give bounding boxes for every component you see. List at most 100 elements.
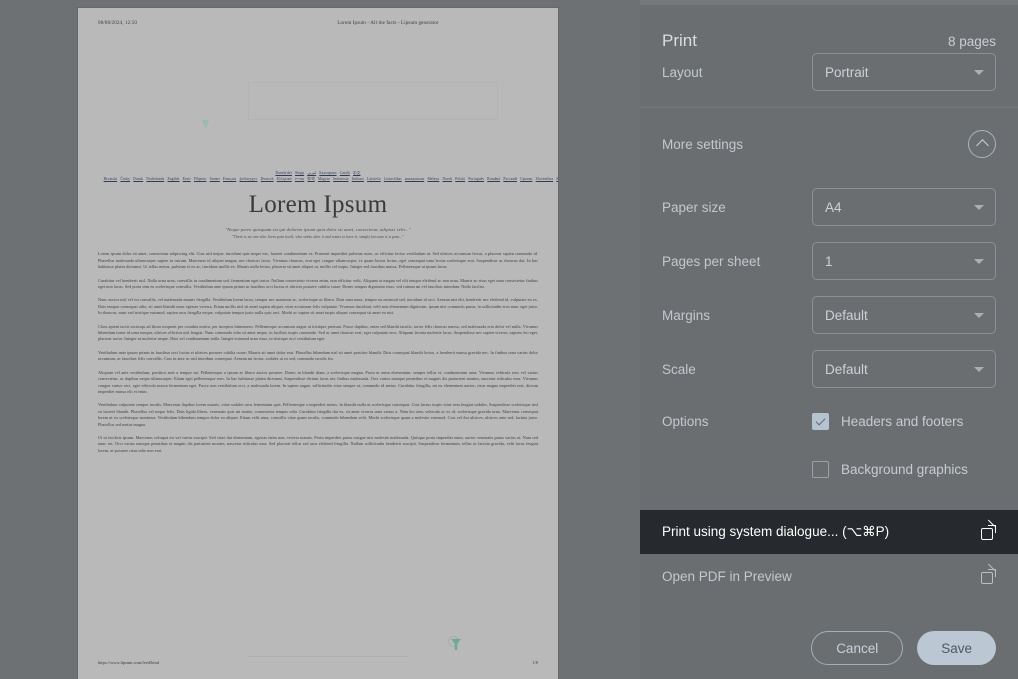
more-settings-label: More settings — [662, 136, 744, 152]
language-link[interactable]: Nederlands — [146, 177, 164, 181]
language-link[interactable]: Slovenčina — [536, 177, 553, 181]
language-link[interactable]: Melayu — [427, 177, 439, 181]
language-link[interactable]: ქართული — [239, 177, 257, 181]
cursor-marker-icon — [202, 120, 209, 129]
page-title: Lorem Ipsum — [248, 191, 388, 219]
language-link[interactable]: македонски — [405, 177, 424, 181]
language-link[interactable]: Српски — [520, 177, 532, 181]
panel-action-bar: Cancel Save — [640, 617, 1018, 679]
pages-per-sheet-select[interactable]: 1 — [812, 242, 996, 280]
chevron-down-icon — [974, 259, 984, 264]
headers-footers-option[interactable]: Headers and footers — [812, 412, 996, 430]
body-paragraph: Nunc auctor nisl vel est convallis, vel … — [98, 297, 538, 316]
language-link[interactable]: Português — [468, 177, 484, 181]
language-link[interactable]: Filipino — [194, 177, 207, 181]
language-link[interactable]: Magyar — [318, 177, 330, 181]
page-header-title: Lorem Ipsum - All the facts - Lipsum gen… — [337, 20, 439, 26]
chevron-down-icon — [974, 205, 984, 210]
language-link[interactable]: Русский — [503, 177, 517, 181]
page-count-label: 8 pages — [947, 34, 996, 49]
lipsum-quote: "Neque porro quisquam est qui dolorem ip… — [98, 227, 538, 239]
language-link[interactable]: עברית — [295, 177, 304, 181]
pages-per-sheet-label: Pages per sheet — [662, 253, 761, 269]
language-link[interactable]: 中文 — [353, 171, 361, 175]
open-pdf-label: Open PDF in Preview — [662, 568, 792, 584]
margins-select[interactable]: Default — [812, 296, 996, 334]
language-link[interactable]: لعربي — [307, 171, 316, 175]
chevron-up-icon — [975, 139, 989, 152]
save-button[interactable]: Save — [917, 631, 996, 665]
headers-footers-checkbox[interactable] — [812, 412, 829, 430]
layout-select[interactable]: Portrait — [812, 53, 996, 91]
setting-row-background-graphics: Background graphics — [640, 446, 1018, 492]
page-header-date: 08/08/2024, 12:50 — [98, 20, 138, 26]
language-link[interactable]: Polski — [455, 177, 465, 181]
options-label: Options — [662, 413, 709, 429]
setting-row-pages-per-sheet: Pages per sheet 1 — [640, 234, 1018, 288]
document-preview-area[interactable]: 08/08/2024, 12:50 Lorem Ipsum - All the … — [0, 0, 640, 679]
language-link[interactable]: Dansk — [133, 177, 143, 181]
paper-size-select[interactable]: A4 — [812, 188, 996, 226]
language-link[interactable]: Hrvatski — [104, 177, 118, 181]
open-pdf-row[interactable]: Open PDF in Preview — [640, 554, 1018, 598]
scale-value: Default — [825, 361, 868, 377]
ad-placeholder-box — [248, 82, 498, 120]
language-link[interactable]: Eesti — [183, 177, 191, 181]
language-link[interactable]: Suomi — [210, 177, 220, 181]
language-link[interactable]: English — [167, 177, 179, 181]
setting-row-options: Options Headers and footers — [640, 396, 1018, 446]
setting-row-paper-size: Paper size A4 — [640, 180, 1018, 234]
body-paragraph: Class aptent taciti sociosqu ad litora t… — [98, 323, 538, 342]
margins-value: Default — [825, 307, 868, 323]
body-paragraphs: Lorem ipsum dolor sit amet, consectetur … — [98, 251, 538, 454]
panel-scroll-region[interactable]: Print 8 pages Layout Portrait More setti… — [640, 5, 1018, 617]
language-link[interactable]: Български — [319, 171, 336, 175]
language-link[interactable]: हिन्दी — [308, 177, 315, 181]
layout-value: Portrait — [825, 64, 869, 80]
chevron-down-icon — [974, 367, 984, 372]
scale-label: Scale — [662, 361, 696, 377]
language-link[interactable]: Indonesia — [333, 177, 348, 181]
page-footer: https://www.lipsum.com/feed/html 1/8 — [98, 660, 538, 665]
print-preview-screen: 08/08/2024, 12:50 Lorem Ipsum - All the … — [0, 0, 1018, 679]
page-footer-url: https://www.lipsum.com/feed/html — [98, 660, 160, 665]
more-settings-row[interactable]: More settings — [640, 108, 1018, 180]
body-paragraph: Vestibulum ante ipsum primis in faucibus… — [98, 349, 538, 362]
language-links-list[interactable]: Dansk(da) Shqip لعربي Български Català 中文 Hrva… — [98, 170, 558, 182]
setting-row-margins: Margins Default — [640, 288, 1018, 342]
language-link[interactable]: Ελληνικά — [277, 177, 292, 181]
paper-size-value: A4 — [825, 199, 842, 215]
external-link-icon — [981, 563, 996, 584]
body-paragraph: Lorem ipsum dolor sit amet, consectetur … — [98, 251, 538, 270]
language-link[interactable]: Català — [340, 171, 350, 175]
background-graphics-checkbox[interactable] — [812, 460, 829, 478]
setting-row-layout: Layout Portrait — [640, 45, 1018, 99]
pages-per-sheet-value: 1 — [825, 253, 833, 269]
language-link[interactable]: Slovenščina — [556, 177, 558, 181]
page-footer-number: 1/8 — [532, 660, 538, 665]
margins-label: Margins — [662, 307, 711, 323]
print-system-dialogue-row[interactable]: Print using system dialogue... (⌥⌘P) — [640, 510, 1018, 554]
language-link[interactable]: Français — [223, 177, 236, 181]
body-paragraph: Ut ut facilisis ipsum. Maecenas volutpat… — [98, 434, 538, 453]
page-header: 08/08/2024, 12:50 Lorem Ipsum - All the … — [98, 20, 538, 30]
language-link[interactable]: Latviešu — [367, 177, 381, 181]
language-link[interactable]: Lietuviškai — [384, 177, 402, 181]
language-link[interactable]: Shqip — [295, 171, 304, 175]
language-link[interactable]: Česky — [120, 177, 130, 181]
print-dialog-title: Print — [662, 31, 697, 50]
background-graphics-option[interactable]: Background graphics — [812, 460, 996, 478]
language-link[interactable]: Română — [487, 177, 500, 181]
cancel-button[interactable]: Cancel — [811, 631, 904, 665]
collapse-more-settings-button[interactable] — [968, 130, 996, 158]
body-paragraph: Aliquam vel ante vestibulum, porttitor a… — [98, 369, 538, 394]
headers-footers-label: Headers and footers — [841, 413, 964, 429]
language-link[interactable]: Norsk — [443, 177, 453, 181]
language-link[interactable]: Dansk(da) — [275, 171, 291, 175]
language-link[interactable]: Italiano — [352, 177, 364, 181]
scale-select[interactable]: Default — [812, 350, 996, 388]
language-link[interactable]: Deutsch — [261, 177, 274, 181]
setting-row-scale: Scale Default — [640, 342, 1018, 396]
print-system-dialogue-label: Print using system dialogue... (⌥⌘P) — [662, 524, 890, 539]
layout-label: Layout — [662, 64, 703, 80]
